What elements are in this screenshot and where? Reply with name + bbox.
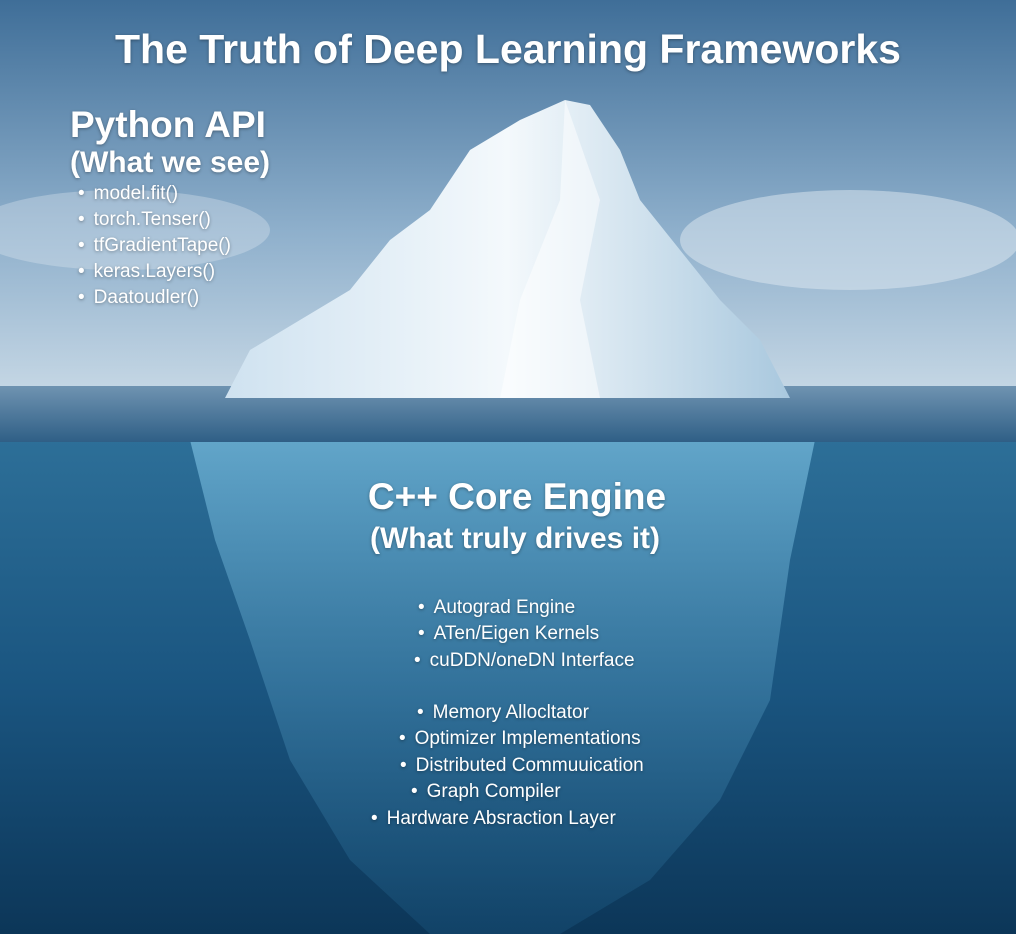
- cpp-core-item: Autograd Engine: [418, 597, 576, 619]
- cpp-core-item: Distributed Commuuication: [400, 755, 644, 777]
- python-api-subheading: (What we see): [70, 146, 271, 179]
- python-api-item: tfGradientTape(): [78, 235, 231, 257]
- python-api-heading: Python API: [70, 104, 266, 145]
- cpp-core-item: Graph Compiler: [411, 781, 561, 803]
- cpp-core-item: ATen/Eigen Kernels: [418, 623, 599, 645]
- python-api-item: model.fit(): [78, 183, 178, 205]
- cpp-core-item: Hardware Absraction Layer: [371, 808, 616, 830]
- cpp-core-item: Memory Allocltator: [417, 702, 589, 724]
- cpp-core-heading: C++ Core Engine: [367, 476, 667, 517]
- python-api-item: keras.Layers(): [78, 261, 215, 283]
- python-api-item: Daatoudler(): [78, 287, 200, 309]
- page-title: The Truth of Deep Learning Frameworks: [115, 26, 901, 72]
- python-api-item: torch.Tenser(): [78, 209, 211, 231]
- cpp-core-subheading: (What truly drives it): [369, 522, 661, 555]
- cpp-core-item: cuDDN/oneDN Interface: [414, 650, 635, 672]
- cpp-core-item: Optimizer Implementations: [399, 728, 641, 750]
